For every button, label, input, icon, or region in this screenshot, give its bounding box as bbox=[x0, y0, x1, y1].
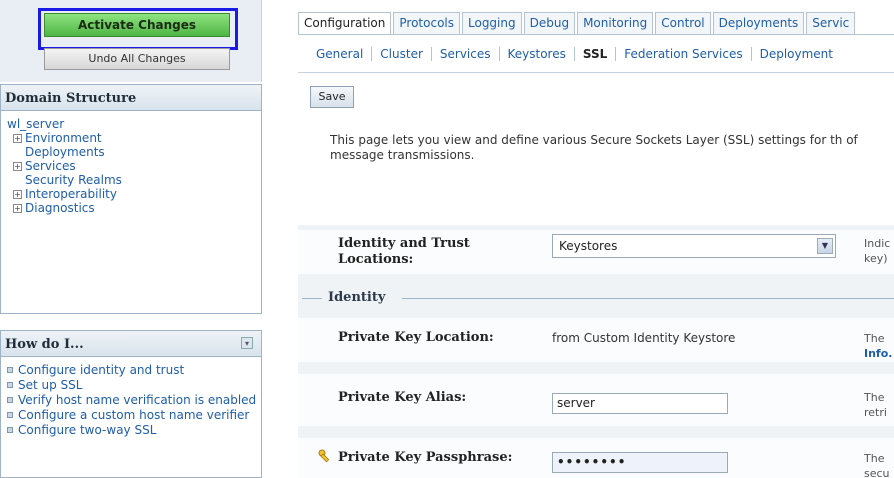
tree-root[interactable]: wl_server bbox=[7, 117, 261, 131]
page-description: This page lets you view and define vario… bbox=[330, 133, 858, 162]
identity-trust-help: Indic key) bbox=[864, 237, 891, 265]
key-icon bbox=[318, 449, 330, 463]
expand-icon[interactable]: + bbox=[13, 204, 22, 213]
left-panel: Activate Changes Undo All Changes Domain… bbox=[0, 0, 264, 478]
activate-changes-button[interactable]: Activate Changes bbox=[44, 13, 230, 37]
main-content: Configuration Protocols Logging Debug Mo… bbox=[298, 0, 894, 478]
bullet-icon bbox=[7, 367, 13, 373]
collapse-icon[interactable]: ▾ bbox=[241, 337, 253, 349]
pk-passphrase-input[interactable]: •••••••• bbox=[552, 452, 728, 473]
expand-icon[interactable]: + bbox=[13, 134, 22, 143]
how-do-i-panel: How do I... ▾ Configure identity and trus… bbox=[0, 330, 262, 478]
pk-passphrase-label: Private Key Passphrase: bbox=[338, 450, 513, 465]
pk-location-help: The Info. bbox=[864, 332, 893, 360]
undo-all-changes-button[interactable]: Undo All Changes bbox=[44, 48, 230, 70]
tree-item-deployments[interactable]: Deployments bbox=[7, 145, 261, 159]
separator bbox=[298, 72, 894, 73]
tab-deployments[interactable]: Deployments bbox=[712, 12, 805, 34]
expand-icon[interactable]: + bbox=[13, 162, 22, 171]
change-center: Activate Changes Undo All Changes bbox=[0, 0, 262, 82]
expand-icon[interactable]: + bbox=[13, 190, 22, 199]
tree-item-diagnostics[interactable]: + Diagnostics bbox=[7, 201, 261, 215]
subtab-ssl[interactable]: SSL bbox=[575, 46, 617, 61]
domain-structure-title: Domain Structure bbox=[1, 85, 261, 111]
tab-logging[interactable]: Logging bbox=[462, 12, 522, 34]
pk-alias-label: Private Key Alias: bbox=[338, 390, 467, 405]
identity-trust-select[interactable]: Keystores ▼ bbox=[552, 234, 836, 258]
tab-debug[interactable]: Debug bbox=[523, 12, 576, 34]
pk-alias-help: The retri bbox=[864, 391, 887, 419]
bullet-icon bbox=[7, 412, 13, 418]
list-item[interactable]: Set up SSL bbox=[7, 378, 261, 393]
subtab-keystores[interactable]: Keystores bbox=[500, 46, 575, 61]
list-item[interactable]: Verify host name verification is enabled bbox=[7, 393, 261, 408]
identity-fieldset: Identity bbox=[298, 286, 894, 310]
list-item[interactable]: Configure two-way SSL bbox=[7, 423, 261, 438]
bullet-icon bbox=[7, 382, 13, 388]
subtab-cluster[interactable]: Cluster bbox=[372, 46, 432, 61]
save-button[interactable]: Save bbox=[310, 86, 354, 108]
bullet-icon bbox=[7, 397, 13, 403]
pk-location-label: Private Key Location: bbox=[338, 330, 494, 345]
tree-item-security-realms[interactable]: Security Realms bbox=[7, 173, 261, 187]
list-item[interactable]: Configure identity and trust bbox=[7, 363, 261, 378]
tab-protocols[interactable]: Protocols bbox=[393, 12, 460, 34]
pk-location-value: from Custom Identity Keystore bbox=[552, 331, 736, 345]
chevron-down-icon[interactable]: ▼ bbox=[817, 238, 833, 254]
fieldset-line bbox=[402, 298, 894, 299]
subtab-federation-services[interactable]: Federation Services bbox=[616, 46, 752, 61]
identity-legend: Identity bbox=[328, 290, 386, 305]
tree-item-services[interactable]: + Services bbox=[7, 159, 261, 173]
subtab-services[interactable]: Services bbox=[432, 46, 500, 61]
tab-services[interactable]: Servic bbox=[806, 12, 856, 34]
fieldset-line bbox=[302, 298, 322, 299]
domain-structure-panel: Domain Structure wl_server + Environment … bbox=[0, 84, 262, 314]
how-do-i-title: How do I... ▾ bbox=[1, 331, 261, 357]
tab-configuration[interactable]: Configuration bbox=[298, 12, 392, 34]
top-tabs: Configuration Protocols Logging Debug Mo… bbox=[298, 12, 857, 34]
tab-monitoring[interactable]: Monitoring bbox=[577, 12, 654, 34]
pk-alias-input[interactable]: server bbox=[552, 393, 728, 414]
pk-passphrase-help: The secu bbox=[864, 452, 890, 478]
tree-item-interoperability[interactable]: + Interoperability bbox=[7, 187, 261, 201]
info-link[interactable]: Info. bbox=[864, 347, 892, 360]
domain-tree: wl_server + Environment Deployments + Serv… bbox=[1, 111, 261, 215]
divider bbox=[264, 0, 298, 478]
bullet-icon bbox=[7, 427, 13, 433]
tab-control[interactable]: Control bbox=[655, 12, 711, 34]
how-do-i-list: Configure identity and trust Set up SSL … bbox=[1, 357, 261, 438]
tree-item-environment[interactable]: + Environment bbox=[7, 131, 261, 145]
subtab-general[interactable]: General bbox=[308, 46, 373, 61]
subtab-deployment[interactable]: Deployment bbox=[752, 47, 841, 61]
list-item[interactable]: Configure a custom host name verifier bbox=[7, 408, 261, 423]
sub-tabs: General Cluster Services Keystores SSL F… bbox=[298, 34, 894, 72]
select-value: Keystores bbox=[559, 239, 618, 253]
identity-trust-label: Identity and Trust Locations: bbox=[338, 236, 470, 267]
